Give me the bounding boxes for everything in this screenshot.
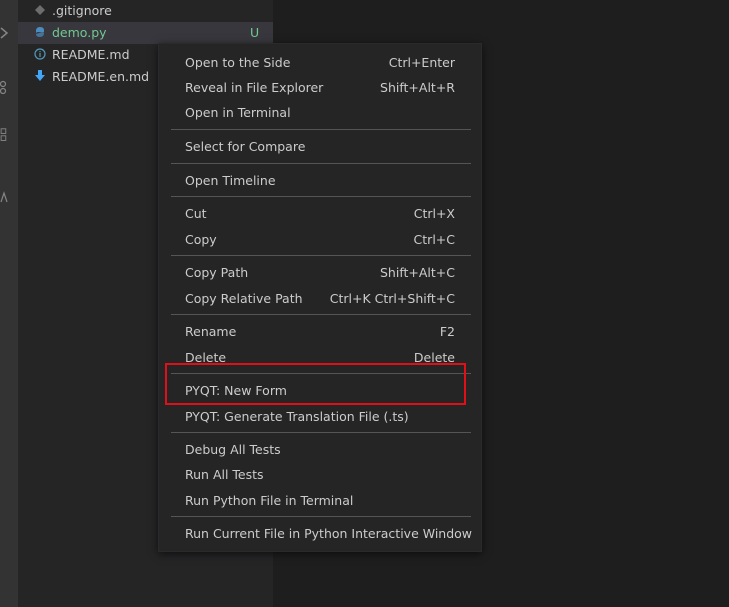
file-row-gitignore[interactable]: .gitignore [18, 0, 273, 22]
menu-item-label: Cut [185, 206, 207, 221]
menu-item-label: Run Current File in Python Interactive W… [185, 526, 473, 541]
menu-item-shortcut: Shift+Alt+C [379, 265, 455, 280]
menu-item-reveal-in-explorer[interactable]: Reveal in File Explorer Shift+Alt+R [159, 76, 481, 100]
menu-item-debug-all-tests[interactable]: Debug All Tests [159, 438, 481, 462]
menu-item-label: Run Python File in Terminal [185, 493, 354, 508]
git-status-badge: U [250, 25, 260, 40]
file-row-demo-py[interactable]: demo.py U [18, 22, 273, 44]
testing-icon[interactable] [0, 190, 10, 204]
menu-item-shortcut: Shift+Alt+R [380, 80, 455, 95]
file-name: README.en.md [52, 69, 150, 84]
menu-item-copy-relative-path[interactable]: Copy Relative Path Ctrl+K Ctrl+Shift+C [159, 287, 481, 311]
menu-item-label: Open in Terminal [185, 105, 291, 120]
info-icon [33, 48, 47, 62]
menu-separator [171, 163, 471, 164]
python-icon [33, 26, 47, 40]
menu-item-open-in-terminal[interactable]: Open in Terminal [159, 101, 481, 125]
menu-item-rename[interactable]: Rename F2 [159, 320, 481, 344]
markdown-download-icon [33, 70, 47, 84]
menu-item-shortcut: Ctrl+Enter [388, 55, 455, 70]
menu-separator [171, 314, 471, 315]
menu-item-cut[interactable]: Cut Ctrl+X [159, 202, 481, 226]
file-name: README.md [52, 47, 130, 62]
menu-item-label: Debug All Tests [185, 442, 281, 457]
menu-item-shortcut: Ctrl+X [413, 206, 455, 221]
menu-item-label: Copy [185, 232, 217, 247]
menu-item-label: Run All Tests [185, 467, 264, 482]
menu-item-copy[interactable]: Copy Ctrl+C [159, 228, 481, 252]
menu-item-shortcut: F2 [439, 324, 455, 339]
file-name: demo.py [52, 25, 107, 40]
menu-item-shortcut: Ctrl+K Ctrl+Shift+C [329, 291, 455, 306]
run-debug-icon[interactable] [0, 26, 10, 40]
annotation-highlight-box [165, 363, 466, 405]
menu-separator [171, 129, 471, 130]
menu-item-select-for-compare[interactable]: Select for Compare [159, 135, 481, 159]
menu-item-label: Rename [185, 324, 237, 339]
menu-item-label: Reveal in File Explorer [185, 80, 324, 95]
menu-item-copy-path[interactable]: Copy Path Shift+Alt+C [159, 261, 481, 285]
menu-item-open-timeline[interactable]: Open Timeline [159, 169, 481, 193]
extensions-icon[interactable] [0, 128, 10, 142]
menu-item-shortcut: Ctrl+C [413, 232, 455, 247]
menu-separator [171, 432, 471, 433]
activity-bar [0, 0, 18, 607]
file-name: .gitignore [52, 3, 112, 18]
menu-item-label: PYQT: Generate Translation File (.ts) [185, 409, 409, 424]
menu-item-run-python-file-in-terminal[interactable]: Run Python File in Terminal [159, 489, 481, 513]
menu-item-open-to-side[interactable]: Open to the Side Ctrl+Enter [159, 51, 481, 75]
menu-item-pyqt-generate-translation[interactable]: PYQT: Generate Translation File (.ts) [159, 405, 481, 429]
menu-item-label: Open Timeline [185, 173, 276, 188]
menu-separator [171, 516, 471, 517]
source-control-icon[interactable] [0, 80, 10, 94]
explorer-context-menu: Open to the Side Ctrl+Enter Reveal in Fi… [158, 43, 482, 552]
menu-item-run-current-file-interactive[interactable]: Run Current File in Python Interactive W… [159, 522, 481, 546]
menu-separator [171, 255, 471, 256]
gitignore-icon [33, 4, 47, 18]
menu-item-label: Select for Compare [185, 139, 306, 154]
menu-item-label: Open to the Side [185, 55, 291, 70]
menu-item-label: Copy Relative Path [185, 291, 303, 306]
menu-separator [171, 196, 471, 197]
menu-item-run-all-tests[interactable]: Run All Tests [159, 463, 481, 487]
menu-item-label: Copy Path [185, 265, 249, 280]
